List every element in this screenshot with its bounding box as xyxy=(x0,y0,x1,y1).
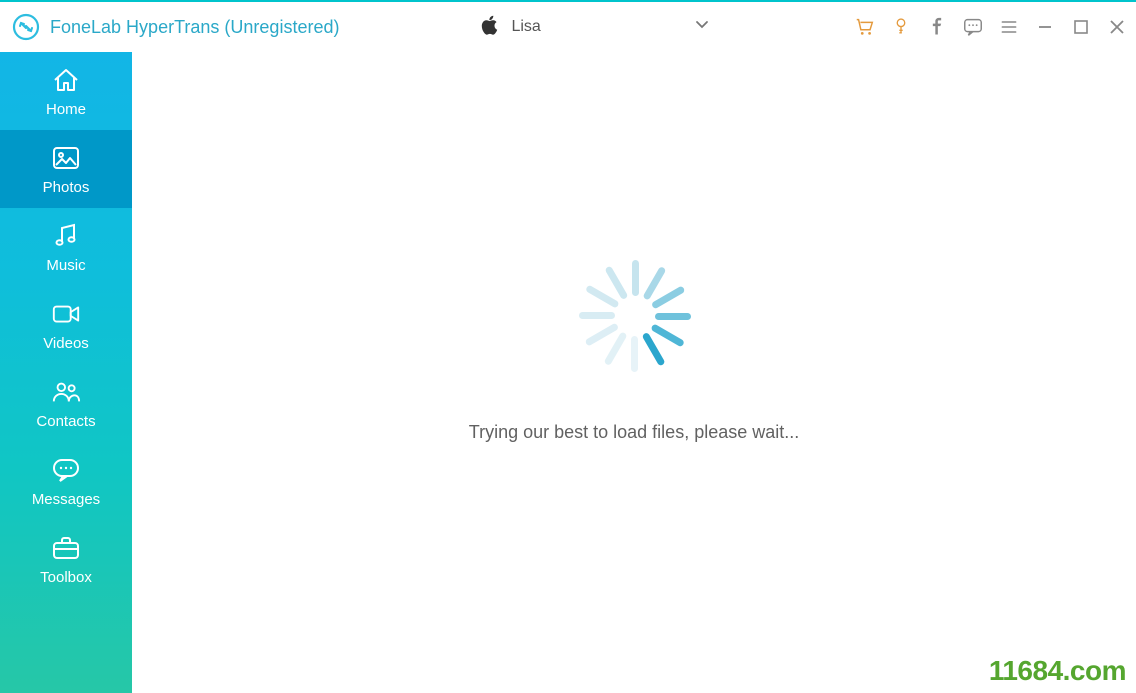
chevron-down-icon xyxy=(695,18,709,37)
facebook-button[interactable] xyxy=(926,16,948,38)
sidebar-item-toolbox[interactable]: Toolbox xyxy=(0,520,132,598)
header: FoneLab HyperTrans (Unregistered) Lisa xyxy=(0,2,1136,52)
header-actions xyxy=(854,16,1128,38)
loading-spinner-icon xyxy=(570,252,698,380)
sidebar-item-label: Videos xyxy=(43,335,89,352)
app-title: FoneLab HyperTrans (Unregistered) xyxy=(50,17,339,38)
device-dropdown[interactable]: Lisa xyxy=(469,12,719,42)
sidebar-item-music[interactable]: Music xyxy=(0,208,132,286)
photos-icon xyxy=(51,143,81,173)
cart-button[interactable] xyxy=(854,16,876,38)
home-icon xyxy=(51,65,81,95)
minimize-button[interactable] xyxy=(1034,16,1056,38)
sidebar-item-messages[interactable]: Messages xyxy=(0,442,132,520)
sidebar-item-home[interactable]: Home xyxy=(0,52,132,130)
maximize-button[interactable] xyxy=(1070,16,1092,38)
sidebar-item-label: Toolbox xyxy=(40,569,92,586)
menu-button[interactable] xyxy=(998,16,1020,38)
content: Trying our best to load files, please wa… xyxy=(132,52,1136,693)
sidebar-item-label: Photos xyxy=(43,179,90,196)
app-logo-icon xyxy=(10,11,42,43)
sidebar-item-label: Home xyxy=(46,101,86,118)
feedback-button[interactable] xyxy=(962,16,984,38)
sidebar-item-label: Music xyxy=(46,257,85,274)
videos-icon xyxy=(51,299,81,329)
watermark: 11684.com xyxy=(989,655,1126,687)
device-name: Lisa xyxy=(511,18,540,36)
apple-icon xyxy=(481,15,499,40)
sidebar-item-label: Messages xyxy=(32,491,100,508)
messages-icon xyxy=(51,455,81,485)
toolbox-icon xyxy=(51,533,81,563)
main: Home Photos Music Videos Contacts xyxy=(0,52,1136,693)
contacts-icon xyxy=(51,377,81,407)
sidebar-item-photos[interactable]: Photos xyxy=(0,130,132,208)
sidebar-item-label: Contacts xyxy=(36,413,95,430)
sidebar-item-contacts[interactable]: Contacts xyxy=(0,364,132,442)
sidebar: Home Photos Music Videos Contacts xyxy=(0,52,132,693)
key-button[interactable] xyxy=(890,16,912,38)
close-button[interactable] xyxy=(1106,16,1128,38)
music-icon xyxy=(51,221,81,251)
sidebar-item-videos[interactable]: Videos xyxy=(0,286,132,364)
loading-status-text: Trying our best to load files, please wa… xyxy=(469,422,800,443)
